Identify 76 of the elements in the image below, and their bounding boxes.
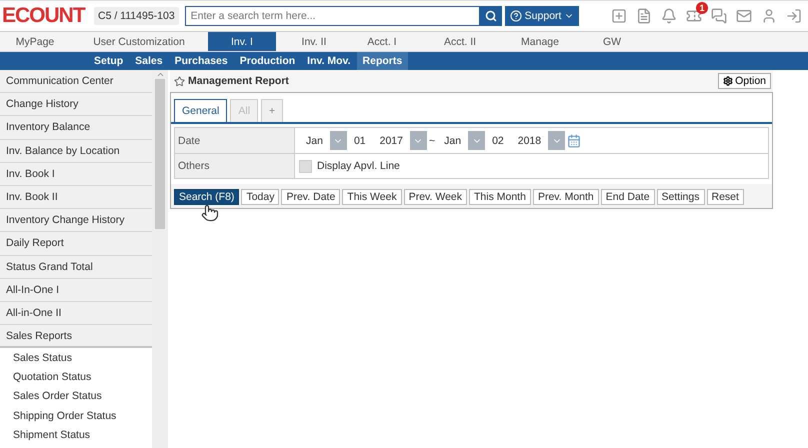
sidebar-item[interactable]: Inv. Balance by Location (0, 140, 152, 163)
mail-icon[interactable] (736, 8, 752, 24)
subnav-tab[interactable]: Production (234, 52, 302, 70)
nav-tab[interactable]: Acct. II (412, 32, 508, 51)
sidebar-item[interactable]: Status Grand Total (0, 256, 152, 279)
toolbar-button[interactable]: Reset (706, 189, 744, 205)
scrollbar[interactable] (152, 70, 168, 448)
calendar-icon[interactable] (567, 134, 582, 148)
sidebar-item[interactable]: Communication Center (0, 70, 152, 94)
bell-icon[interactable] (661, 8, 677, 24)
sidebar-item[interactable]: Inv. Book I (0, 162, 152, 186)
plus-square-icon[interactable] (611, 8, 627, 24)
search-field[interactable]: Enter a search term here... (184, 6, 480, 26)
toolbar-button[interactable]: This Week (342, 189, 402, 205)
day-field[interactable]: 02 (485, 134, 511, 146)
sidebar-item[interactable]: All-in-One II (0, 302, 152, 326)
report-title: Management Report (188, 75, 289, 87)
subnav-tab[interactable]: Purchases (168, 52, 234, 70)
month-value: Jan (305, 134, 324, 146)
toolbar-button[interactable]: Settings (656, 189, 704, 205)
ticket-icon[interactable] (686, 8, 702, 24)
support-button[interactable]: Support (504, 6, 580, 26)
search-icon (484, 10, 497, 22)
toolbar-button[interactable]: Prev. Date (281, 189, 340, 205)
scrollbar-thumb[interactable] (155, 79, 165, 229)
scroll-up-icon[interactable] (156, 70, 164, 79)
star-icon[interactable] (174, 76, 185, 86)
toolbar-button[interactable]: Search (F8) (174, 189, 240, 205)
day-field[interactable]: 01 (346, 134, 373, 146)
document-icon[interactable] (636, 8, 652, 24)
field-label: Date (175, 128, 295, 153)
field-label: Others (175, 154, 295, 178)
subnav-tab[interactable]: Reports (356, 52, 408, 70)
sidebar-item[interactable]: Change History (0, 93, 152, 116)
option-button[interactable]: Option (718, 73, 771, 89)
toolbar-button[interactable]: Prev. Week (404, 189, 467, 205)
sidebar-item[interactable]: Inventory Balance (0, 116, 152, 140)
nav-tab[interactable]: Acct. I (352, 32, 412, 51)
company-code: C5 / 111495-103 (94, 7, 179, 25)
nav-tab[interactable]: Manage (508, 32, 572, 51)
month-value: Jan (443, 134, 462, 146)
sidebar-item[interactable]: Daily Report (0, 232, 152, 256)
notification-badge: 1 (696, 2, 708, 14)
dropdown-button[interactable] (548, 131, 566, 150)
toolbar-button[interactable]: Prev. Month (532, 189, 599, 205)
checkbox-label: Display Apvl. Line (317, 160, 400, 172)
dropdown-button[interactable] (410, 131, 427, 150)
range-separator: ~ (428, 134, 436, 146)
toolbar-button[interactable]: This Month (469, 189, 531, 205)
dropdown-button[interactable] (468, 131, 486, 150)
user-icon[interactable] (761, 8, 777, 24)
help-icon (510, 10, 522, 22)
subnav-tab[interactable]: Sales (129, 52, 169, 70)
sidebar-item[interactable]: Inv. Book II (0, 186, 152, 210)
nav-tab[interactable]: MyPage (0, 32, 70, 51)
checkbox[interactable] (299, 160, 312, 172)
search-button[interactable] (480, 6, 502, 26)
sidebar-item[interactable]: Inventory Change History (0, 209, 152, 232)
subnav-tab[interactable]: Setup (88, 52, 130, 70)
dropdown-button[interactable] (330, 131, 347, 150)
sidebar-item[interactable]: All-In-One I (0, 278, 152, 302)
year-value: 2017 (378, 134, 404, 146)
nav-tab[interactable]: GW (572, 32, 652, 51)
year-value: 2018 (516, 134, 542, 146)
gear-icon (723, 76, 734, 86)
nav-tab[interactable]: Inv. II (276, 32, 352, 51)
nav-tab[interactable]: Inv. I (208, 32, 276, 51)
logo: ECOUNT (2, 4, 86, 28)
tab[interactable]: General (174, 99, 228, 122)
toolbar-button[interactable]: Today (241, 189, 280, 205)
logout-icon[interactable] (786, 8, 802, 24)
sidebar-item[interactable]: Sales Reports (0, 325, 152, 348)
subnav-tab[interactable]: Inv. Mov. (301, 52, 357, 70)
nav-tab[interactable]: User Customization (70, 32, 208, 51)
toolbar-button[interactable]: End Date (600, 189, 655, 205)
chat-icon[interactable] (711, 8, 727, 24)
